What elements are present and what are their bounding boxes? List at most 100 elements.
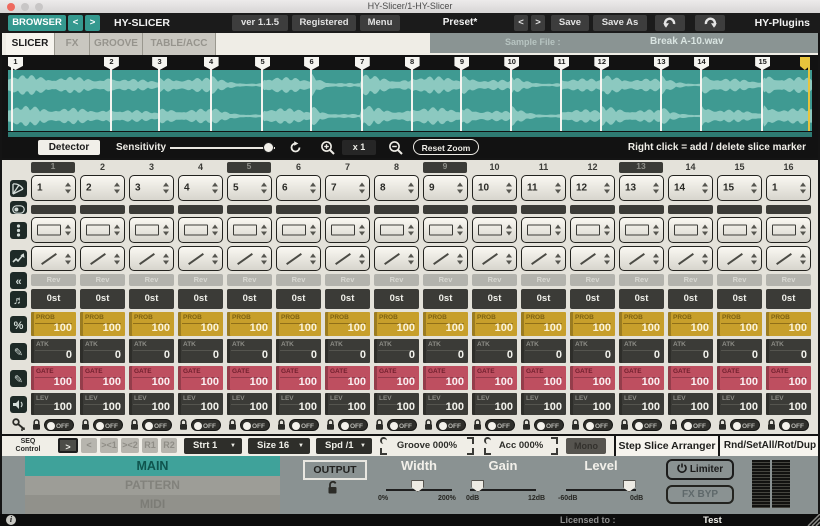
slice-marker-flag[interactable]: 11 <box>554 57 570 70</box>
probability-cell[interactable]: PROB 100 <box>129 312 174 336</box>
envelope-stepper[interactable] <box>668 246 713 271</box>
reverse-button[interactable]: Rev <box>374 274 419 286</box>
gain-slider-thumb[interactable] <box>471 480 485 492</box>
close-window-button[interactable] <box>7 2 15 11</box>
pitch-button[interactable]: 0st <box>521 289 566 309</box>
stepper-arrows[interactable] <box>555 182 561 194</box>
reverse-button[interactable]: Rev <box>717 274 762 286</box>
gate-cell[interactable]: GATE 100 <box>766 366 811 390</box>
attack-cell[interactable]: ATK 0 <box>717 339 762 363</box>
fx-slot-stepper[interactable] <box>178 217 223 243</box>
stepper-arrows[interactable] <box>65 224 71 236</box>
reverse-button[interactable]: Rev <box>325 274 370 286</box>
stepper-arrows[interactable] <box>163 224 169 236</box>
attack-cell[interactable]: ATK 0 <box>227 339 272 363</box>
sample-file-name[interactable]: Break A-10.wav <box>650 36 724 47</box>
info-icon[interactable]: i <box>6 515 16 525</box>
slice-marker-flag[interactable]: 2 <box>103 57 119 70</box>
fx-slot-stepper[interactable] <box>423 217 468 243</box>
stepper-arrows[interactable] <box>65 253 71 264</box>
envelope-stepper[interactable] <box>766 246 811 271</box>
fx-slot-stepper[interactable] <box>227 217 272 243</box>
save-as-button[interactable]: Save As <box>593 15 647 31</box>
envelope-stepper[interactable] <box>178 246 223 271</box>
slice-number-stepper[interactable]: 9 <box>423 175 468 201</box>
step-on-off-toggle[interactable]: OFF <box>485 419 515 431</box>
pitch-button[interactable]: 0st <box>619 289 664 309</box>
pitch-button[interactable]: 0st <box>766 289 811 309</box>
browser-prev-button[interactable]: < <box>68 15 83 31</box>
fx-slot-stepper[interactable] <box>80 217 125 243</box>
probability-cell[interactable]: PROB 100 <box>178 312 223 336</box>
stepper-arrows[interactable] <box>359 224 365 236</box>
level-cell[interactable]: LEV 100 <box>717 393 762 415</box>
stepper-arrows[interactable] <box>506 182 512 194</box>
slice-number-stepper[interactable]: 10 <box>472 175 517 201</box>
waveform-scrollbar[interactable] <box>8 132 812 137</box>
padlock-icon[interactable] <box>32 419 41 431</box>
envelope-stepper[interactable] <box>31 246 76 271</box>
attack-cell[interactable]: ATK 0 <box>325 339 370 363</box>
sensitivity-thumb[interactable] <box>262 142 274 153</box>
padlock-icon[interactable] <box>424 419 433 431</box>
fx-slot-stepper[interactable] <box>31 217 76 243</box>
pitch-button[interactable]: 0st <box>80 289 125 309</box>
attack-cell[interactable]: ATK 0 <box>178 339 223 363</box>
gate-cell[interactable]: GATE 100 <box>374 366 419 390</box>
probability-cell[interactable]: PROB 100 <box>374 312 419 336</box>
gate-cell[interactable]: GATE 100 <box>129 366 174 390</box>
step-on-off-toggle[interactable]: OFF <box>191 419 221 431</box>
slice-number-stepper[interactable]: 14 <box>668 175 713 201</box>
attack-cell[interactable]: ATK 0 <box>472 339 517 363</box>
attack-cell[interactable]: ATK 0 <box>80 339 125 363</box>
width-slider[interactable] <box>386 480 452 492</box>
tab-midi[interactable]: MIDI <box>25 495 280 514</box>
menu-button[interactable]: Menu <box>360 15 400 31</box>
padlock-icon[interactable] <box>277 419 286 431</box>
stepper-arrows[interactable] <box>457 182 463 194</box>
envelope-stepper[interactable] <box>80 246 125 271</box>
slice-number-stepper[interactable]: 15 <box>717 175 762 201</box>
slice-marker-flag[interactable]: 3 <box>152 57 168 70</box>
pitch-button[interactable]: 0st <box>570 289 615 309</box>
slice-marker-flag[interactable]: 7 <box>354 57 370 70</box>
level-cell[interactable]: LEV 100 <box>31 393 76 415</box>
stepper-arrows[interactable] <box>163 182 169 194</box>
minimize-window-button[interactable] <box>21 2 29 11</box>
step-on-off-toggle[interactable]: OFF <box>387 419 417 431</box>
mono-button[interactable]: Mono <box>566 438 606 454</box>
fx-slot-stepper[interactable] <box>570 217 615 243</box>
browser-button[interactable]: BROWSER <box>8 15 66 31</box>
attack-cell[interactable]: ATK 0 <box>570 339 615 363</box>
pitch-button[interactable]: 0st <box>717 289 762 309</box>
gate-cell[interactable]: GATE 100 <box>570 366 615 390</box>
slice-number-stepper[interactable]: 7 <box>325 175 370 201</box>
size-select[interactable]: Size 16 ▼ <box>248 438 310 454</box>
level-cell[interactable]: LEV 100 <box>423 393 468 415</box>
fx-bypass-button[interactable]: FX BYP <box>666 485 734 504</box>
level-slider[interactable] <box>566 480 636 492</box>
padlock-icon[interactable] <box>179 419 188 431</box>
reverse-button[interactable]: Rev <box>668 274 713 286</box>
padlock-icon[interactable] <box>326 419 335 431</box>
slice-marker-flag[interactable]: 14 <box>694 57 710 70</box>
seq-dir-3[interactable]: ><1 <box>100 438 118 453</box>
level-cell[interactable]: LEV 100 <box>276 393 321 415</box>
limiter-button[interactable]: Limiter <box>666 459 734 480</box>
fx-slot-stepper[interactable] <box>668 217 713 243</box>
zoom-window-button[interactable] <box>35 2 43 11</box>
slice-number-stepper[interactable]: 1 <box>31 175 76 201</box>
seq-dir-2[interactable]: < <box>81 438 97 453</box>
stepper-arrows[interactable] <box>310 253 316 264</box>
envelope-stepper[interactable] <box>570 246 615 271</box>
step-slice-arranger-button[interactable]: Step Slice Arranger <box>614 436 718 456</box>
probability-cell[interactable]: PROB 100 <box>717 312 762 336</box>
padlock-icon[interactable] <box>130 419 139 431</box>
slice-marker-flag[interactable]: 8 <box>404 57 420 70</box>
stepper-arrows[interactable] <box>653 182 659 194</box>
pitch-button[interactable]: 0st <box>374 289 419 309</box>
end-marker-line[interactable] <box>807 57 810 131</box>
step-on-off-toggle[interactable]: OFF <box>240 419 270 431</box>
step-on-off-toggle[interactable]: OFF <box>338 419 368 431</box>
stepper-arrows[interactable] <box>212 224 218 236</box>
